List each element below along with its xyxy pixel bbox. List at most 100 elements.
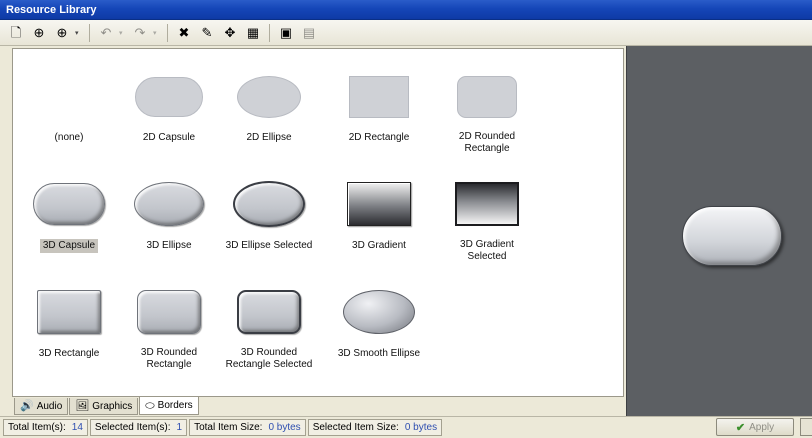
preview-3d-capsule [682,206,782,266]
resource-library-window: Resource Library 🗋 ⊕ ⊕ ▾ ↶ ▾ ↷ ▾ ✖ ✎ ✥ ▦ ▣ ▤ (none) 2D… [0,0,812,438]
properties-icon: ▤ [302,24,316,40]
gallery-item-label-wrap: 3D Ellipse Selected [213,239,325,252]
checkmark-icon: ✔ [735,421,746,434]
properties-button[interactable]: ▤ [299,23,319,43]
smooth3d-shape [343,290,415,334]
undo-button[interactable]: ↶ [96,23,116,43]
status-selected-size-label: Selected Item Size: [312,422,399,433]
ellsel3d-shape [233,181,305,227]
toolbar-separator [89,23,90,42]
status-selected-items: Selected Item(s): 1 [89,419,188,436]
gallery-item-label: 2D Rounded Rectangle [458,131,516,154]
gallery-thumbnail [13,281,125,339]
gallery-thumbnail [13,173,125,231]
toolbar-separator [269,23,270,42]
save-icon: ▣ [279,24,293,40]
gallery-item[interactable]: 2D Capsule [113,65,225,144]
edge-button[interactable] [800,418,812,436]
gallery-item-label-wrap: 2D Rounded Rectangle [431,131,543,155]
chevron-down-icon[interactable]: ▾ [75,29,83,37]
gallery-item[interactable]: 3D Capsule [13,173,125,253]
ell2d-shape [237,76,301,118]
status-total-size: Total Item Size: 0 bytes [189,419,306,436]
delete-icon: ✖ [178,24,190,40]
rect2d-shape [349,76,409,118]
gallery-thumbnail [113,65,225,123]
gallery-item-label: 3D Gradient Selected [460,239,514,262]
gallery-thumbnail [213,281,325,339]
gallery-item[interactable]: 3D Gradient [323,173,435,252]
status-bar: Total Item(s): 14 Selected Item(s): 1 To… [0,416,812,438]
gallery-thumbnail [113,173,225,231]
preview-pane [626,46,812,416]
gallery-item[interactable]: 3D Rounded Rectangle [113,281,225,371]
toolbar-separator [167,23,168,42]
tab-borders[interactable]: ⬭ Borders [139,397,199,415]
gallery-item[interactable]: 2D Rounded Rectangle [431,65,543,155]
gallery-item-label: 3D Ellipse [146,240,192,251]
gallery-item[interactable]: 3D Ellipse [113,173,225,252]
gallery-item-label-wrap: 3D Capsule [13,239,125,253]
chevron-down-icon[interactable]: ▾ [153,29,161,37]
gallery-thumbnail [113,281,225,339]
gallery-item-label-wrap: 3D Rectangle [13,347,125,360]
edit-button[interactable]: ✎ [197,23,217,43]
gallery-item-label-wrap: 3D Rounded Rectangle [113,347,225,371]
status-total-size-value: 0 bytes [268,422,301,433]
save-button[interactable]: ▣ [276,23,296,43]
gallery-item[interactable]: 3D Rounded Rectangle Selected [213,281,325,371]
gallery-item-label: 2D Ellipse [246,132,292,143]
gallery-item[interactable]: 2D Ellipse [213,65,325,144]
gallery-item-label: 3D Capsule [39,239,99,253]
gallery-thumbnail [13,65,125,123]
status-total-items-label: Total Item(s): [8,422,66,433]
status-selected-size-value: 0 bytes [404,422,438,433]
gallery-thumbnail [323,281,435,339]
new-button[interactable]: 🗋 [6,23,26,43]
move-icon: ✥ [224,24,236,40]
gallery-item-label-wrap: 2D Ellipse [213,131,325,144]
gallery-item[interactable]: 3D Rectangle [13,281,125,360]
apply-button-label: Apply [749,421,775,433]
add-dropdown-button[interactable]: ⊕ [52,23,72,43]
gallery-thumbnail [323,173,435,231]
new-icon: 🗋 [10,24,22,40]
redo-button[interactable]: ↷ [130,23,150,43]
tab-audio[interactable]: 🔊 Audio [14,398,69,415]
gallery-thumbnail [323,65,435,123]
add-green-button[interactable]: ⊕ [29,23,49,43]
apply-button[interactable]: ✔ Apply [716,418,794,436]
gallery-item[interactable]: (none) [13,65,125,144]
rrect2d-shape [457,76,517,118]
toolbar: 🗋 ⊕ ⊕ ▾ ↶ ▾ ↷ ▾ ✖ ✎ ✥ ▦ ▣ ▤ [0,20,812,46]
gallery-item-label: (none) [54,132,84,143]
gallery-item-label-wrap: 3D Gradient Selected [431,239,543,263]
gallery-item-label: 3D Ellipse Selected [225,240,313,251]
gallery-item[interactable]: 3D Ellipse Selected [213,173,325,252]
chevron-down-icon[interactable]: ▾ [119,29,127,37]
move-button[interactable]: ✥ [220,23,240,43]
gallery-item-label: 3D Rectangle [38,348,100,359]
window-title: Resource Library [0,0,812,20]
gallery-item-label: 2D Rectangle [348,132,410,143]
gallery-item[interactable]: 3D Gradient Selected [431,173,543,263]
status-total-items-value: 14 [71,422,83,433]
gallery-thumbnail [213,173,325,231]
gallery-item-label-wrap: 3D Ellipse [113,239,225,252]
rrectsel3d-shape [237,290,301,334]
gallery-thumbnail [431,65,543,123]
status-selected-items-label: Selected Item(s): [94,422,171,433]
delete-button[interactable]: ✖ [174,23,194,43]
gallery-item[interactable]: 2D Rectangle [323,65,435,144]
gallery-item-label-wrap: (none) [13,131,125,144]
status-selected-size: Selected Item Size: 0 bytes [307,419,443,436]
tab-graphics[interactable]: 🖼 Graphics [69,398,139,415]
gallery-item-label: 3D Rounded Rectangle Selected [225,347,313,370]
tab-label: Borders [157,400,193,411]
resource-gallery: (none) 2D Capsule 2D Ellipse 2D Rectangle 2D… [12,48,624,397]
grid-button[interactable]: ▦ [243,23,263,43]
gallery-item-label-wrap: 2D Rectangle [323,131,435,144]
gallery-item[interactable]: 3D Smooth Ellipse [323,281,435,360]
undo-icon: ↶ [100,24,112,40]
status-total-items: Total Item(s): 14 [3,419,88,436]
